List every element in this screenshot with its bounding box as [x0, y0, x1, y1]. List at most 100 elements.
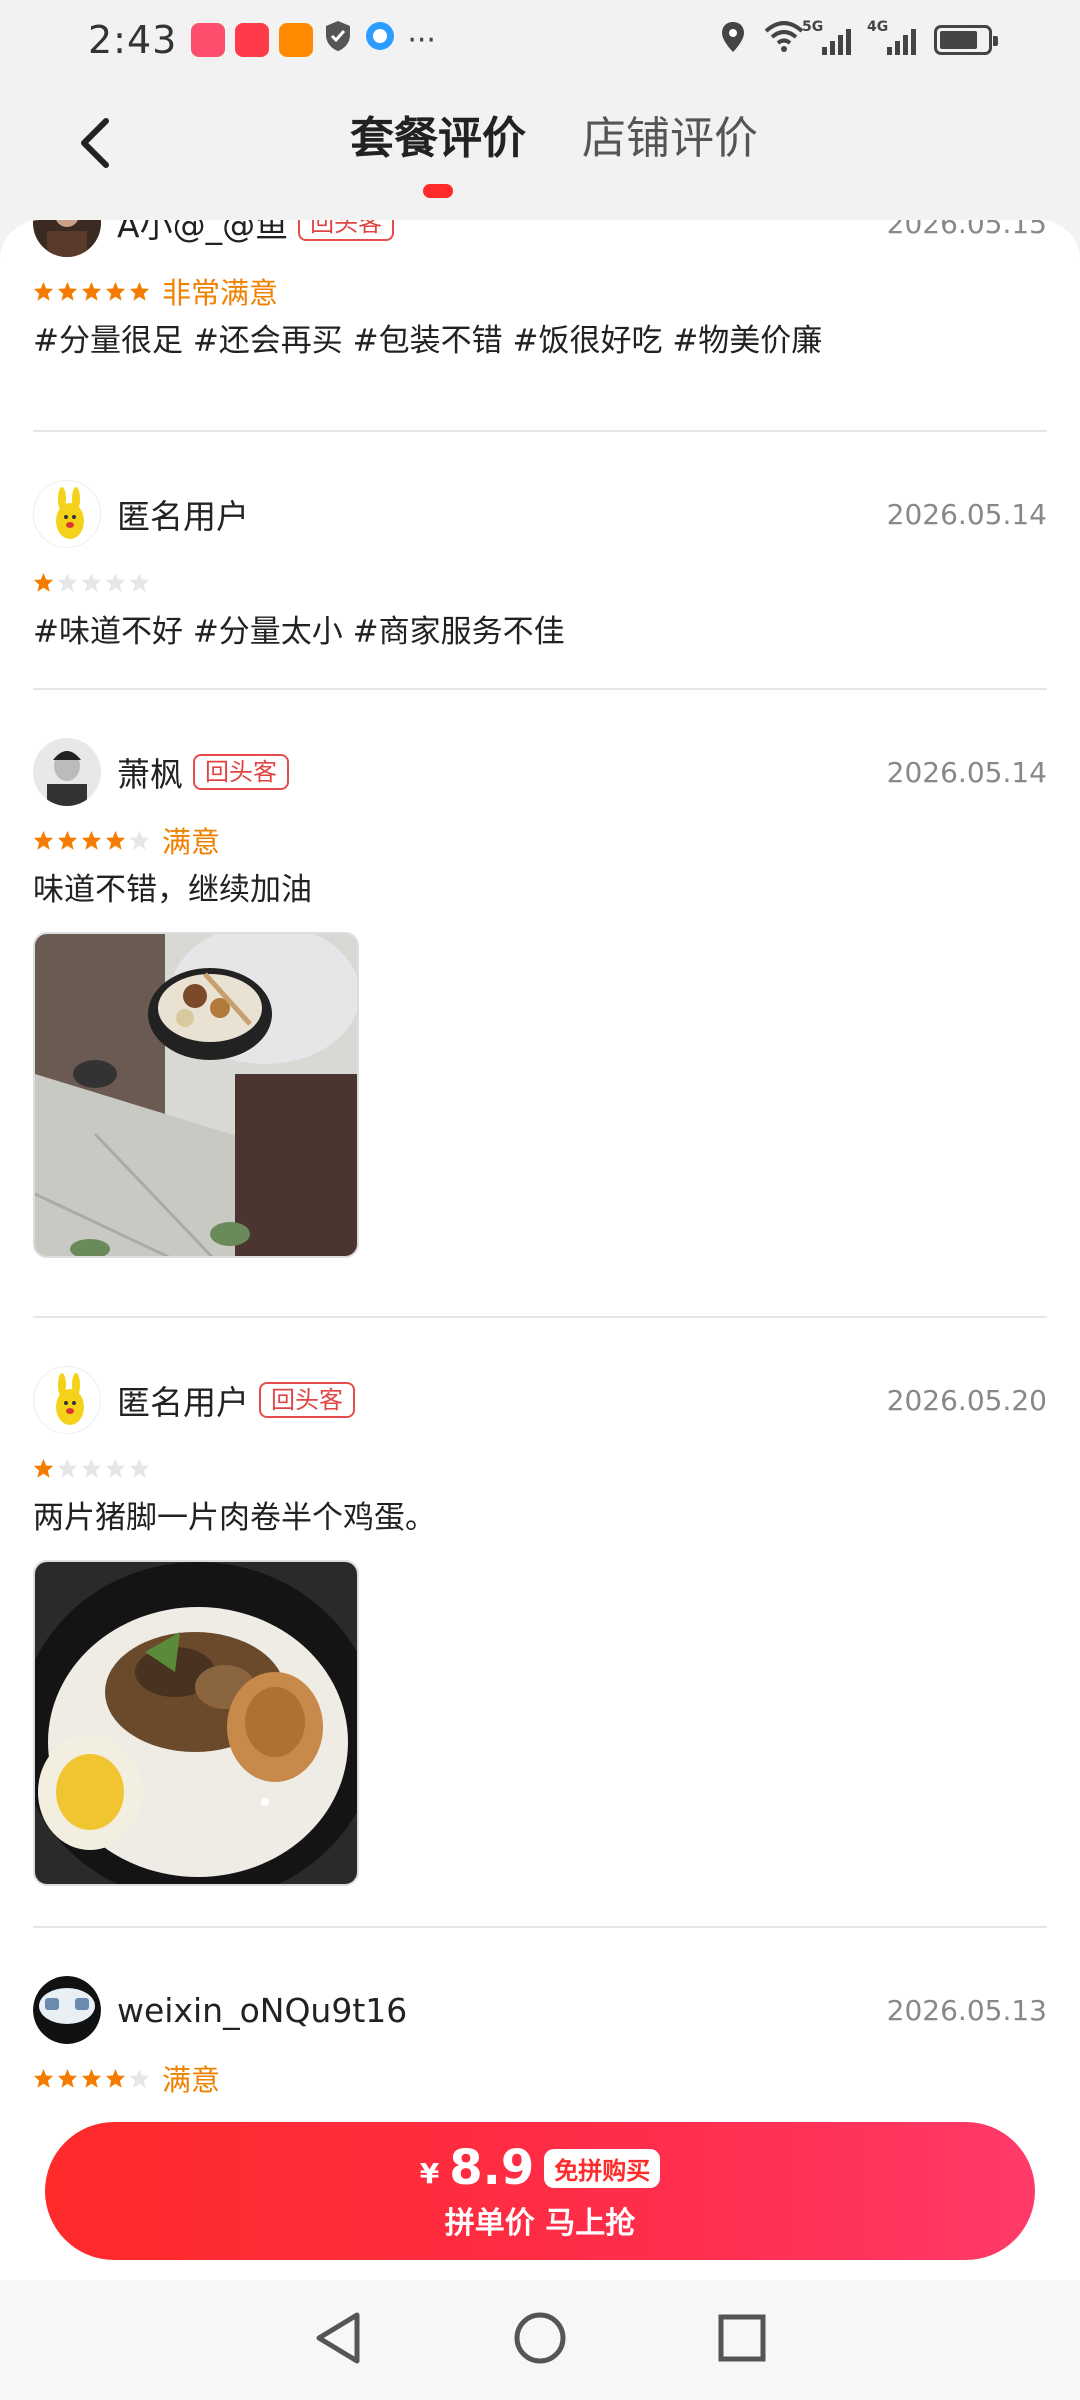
review-date: 2026.05.15 — [886, 220, 1047, 240]
battery-icon — [934, 25, 998, 55]
review-header: 匿名用户 2026.05.14 — [33, 476, 1047, 552]
review-text: #分量很足 #还会再买 #包装不错 #饭很好吃 #物美价廉 — [33, 323, 823, 359]
system-nav-bar — [0, 2280, 1080, 2400]
nav-home-icon[interactable] — [513, 2311, 567, 2369]
star-filled-icon — [33, 281, 54, 301]
app-icon-3 — [279, 23, 314, 57]
star-empty-icon — [129, 830, 150, 850]
username: weixin_oNQu9t16 — [117, 1990, 408, 2030]
status-app-icons: ··· — [191, 18, 436, 62]
review-text: 味道不错，继续加油 — [33, 872, 312, 908]
returning-customer-badge: 回头客 — [298, 220, 395, 241]
signal-5g-icon: 5G — [802, 19, 851, 55]
review-date: 2026.05.20 — [886, 1383, 1047, 1417]
review-header: 萧枫 回头客 2026.05.14 — [33, 734, 1047, 810]
app-icon-5 — [363, 18, 397, 62]
review-date: 2026.05.13 — [886, 1993, 1047, 2027]
net-4g-label: 4G — [867, 19, 889, 35]
tab-label: 套餐评价 — [350, 113, 526, 164]
star-filled-icon — [33, 1458, 54, 1478]
review-header: A小@_@鱼 回头客 2026.05.15 — [33, 220, 1047, 261]
star-empty-icon — [81, 1458, 102, 1478]
returning-customer-badge: 回头客 — [259, 1382, 355, 1418]
star-filled-icon — [105, 281, 126, 301]
review-list[interactable]: A小@_@鱼 回头客 2026.05.15 非常满意 #分量很足 #还会再买 #… — [0, 220, 1080, 2280]
divider — [33, 430, 1047, 432]
username: 萧枫 — [117, 755, 183, 794]
review-photo[interactable] — [33, 932, 359, 1258]
star-empty-icon — [105, 572, 126, 592]
net-5g-label: 5G — [802, 19, 824, 35]
star-empty-icon — [129, 572, 150, 592]
back-button[interactable] — [60, 108, 130, 178]
returning-customer-badge: 回头客 — [193, 754, 289, 790]
star-filled-icon — [33, 572, 54, 592]
star-empty-icon — [105, 1458, 126, 1478]
review-photo[interactable] — [33, 1560, 359, 1886]
rating-row: 非常满意 — [33, 271, 1047, 311]
star-rating — [33, 830, 150, 851]
tab-active-indicator — [423, 184, 453, 198]
star-empty-icon — [81, 572, 102, 592]
rating-row — [33, 1448, 1047, 1488]
star-filled-icon — [105, 830, 126, 850]
nav-recents-icon[interactable] — [717, 2313, 767, 2367]
direct-buy-pill: 免拼购买 — [544, 2148, 661, 2188]
star-filled-icon — [81, 281, 102, 301]
star-filled-icon — [33, 830, 54, 850]
star-rating — [33, 1458, 150, 1479]
star-empty-icon — [57, 572, 78, 592]
review-item: 萧枫 回头客 2026.05.14 满意 味道不错，继续加油 — [33, 734, 1047, 1258]
status-right: 5G 4G — [720, 18, 998, 62]
tab-store-reviews[interactable]: 店铺评价 — [582, 102, 758, 192]
location-icon — [720, 18, 746, 62]
star-filled-icon — [81, 2068, 102, 2088]
review-header: weixin_oNQu9t16 2026.05.13 — [33, 1972, 1047, 2048]
star-rating — [33, 2068, 150, 2089]
rating-label: 满意 — [162, 825, 221, 859]
rating-label: 非常满意 — [162, 276, 279, 310]
shield-icon — [323, 18, 353, 62]
tab-package-reviews[interactable]: 套餐评价 — [350, 102, 526, 198]
nav-back-icon[interactable] — [313, 2311, 363, 2369]
status-time: 2:43 — [88, 18, 178, 62]
divider — [33, 688, 1047, 690]
star-filled-icon — [81, 830, 102, 850]
review-item: weixin_oNQu9t16 2026.05.13 满意 — [33, 1972, 1047, 2098]
huawei-icon — [235, 23, 270, 57]
star-empty-icon — [57, 1458, 78, 1478]
price-row: ¥ 8.9 免拼购买 — [420, 2140, 661, 2196]
username: 匿名用户 — [117, 497, 249, 536]
review-date: 2026.05.14 — [886, 497, 1047, 531]
status-bar: 2:43 ··· 5G 4G — [0, 0, 1080, 80]
star-filled-icon — [57, 2068, 78, 2088]
review-header: 匿名用户 回头客 2026.05.20 — [33, 1362, 1047, 1438]
avatar[interactable] — [33, 220, 101, 257]
chevron-left-icon — [81, 118, 109, 168]
rating-row: 满意 — [33, 2058, 1047, 2098]
star-filled-icon — [129, 281, 150, 301]
rating-label: 满意 — [162, 2063, 221, 2097]
star-filled-icon — [57, 830, 78, 850]
avatar[interactable] — [33, 480, 101, 548]
review-item: 匿名用户 2026.05.14 #味道不好 #分量太小 #商家服务不佳 — [33, 476, 1047, 654]
review-date: 2026.05.14 — [886, 755, 1047, 789]
username: A小@_@鱼 — [117, 220, 289, 245]
avatar[interactable] — [33, 1366, 101, 1434]
rating-row: 满意 — [33, 820, 1047, 860]
app-icon-1 — [191, 23, 226, 57]
tab-label: 店铺评价 — [582, 113, 758, 164]
star-filled-icon — [105, 2068, 126, 2088]
avatar[interactable] — [33, 738, 101, 806]
buy-now-button[interactable]: ¥ 8.9 免拼购买 拼单价 马上抢 — [45, 2122, 1035, 2260]
star-rating — [33, 281, 150, 302]
star-empty-icon — [129, 1458, 150, 1478]
divider — [33, 1316, 1047, 1318]
signal-4g-icon: 4G — [867, 19, 916, 55]
price: 8.9 — [449, 2140, 535, 2196]
star-empty-icon — [129, 2068, 150, 2088]
wifi-icon — [764, 18, 804, 62]
review-item: 匿名用户 回头客 2026.05.20 两片猪脚一片肉卷半个鸡蛋。 — [33, 1362, 1047, 1886]
avatar[interactable] — [33, 1976, 101, 2044]
currency-symbol: ¥ — [419, 2156, 440, 2190]
